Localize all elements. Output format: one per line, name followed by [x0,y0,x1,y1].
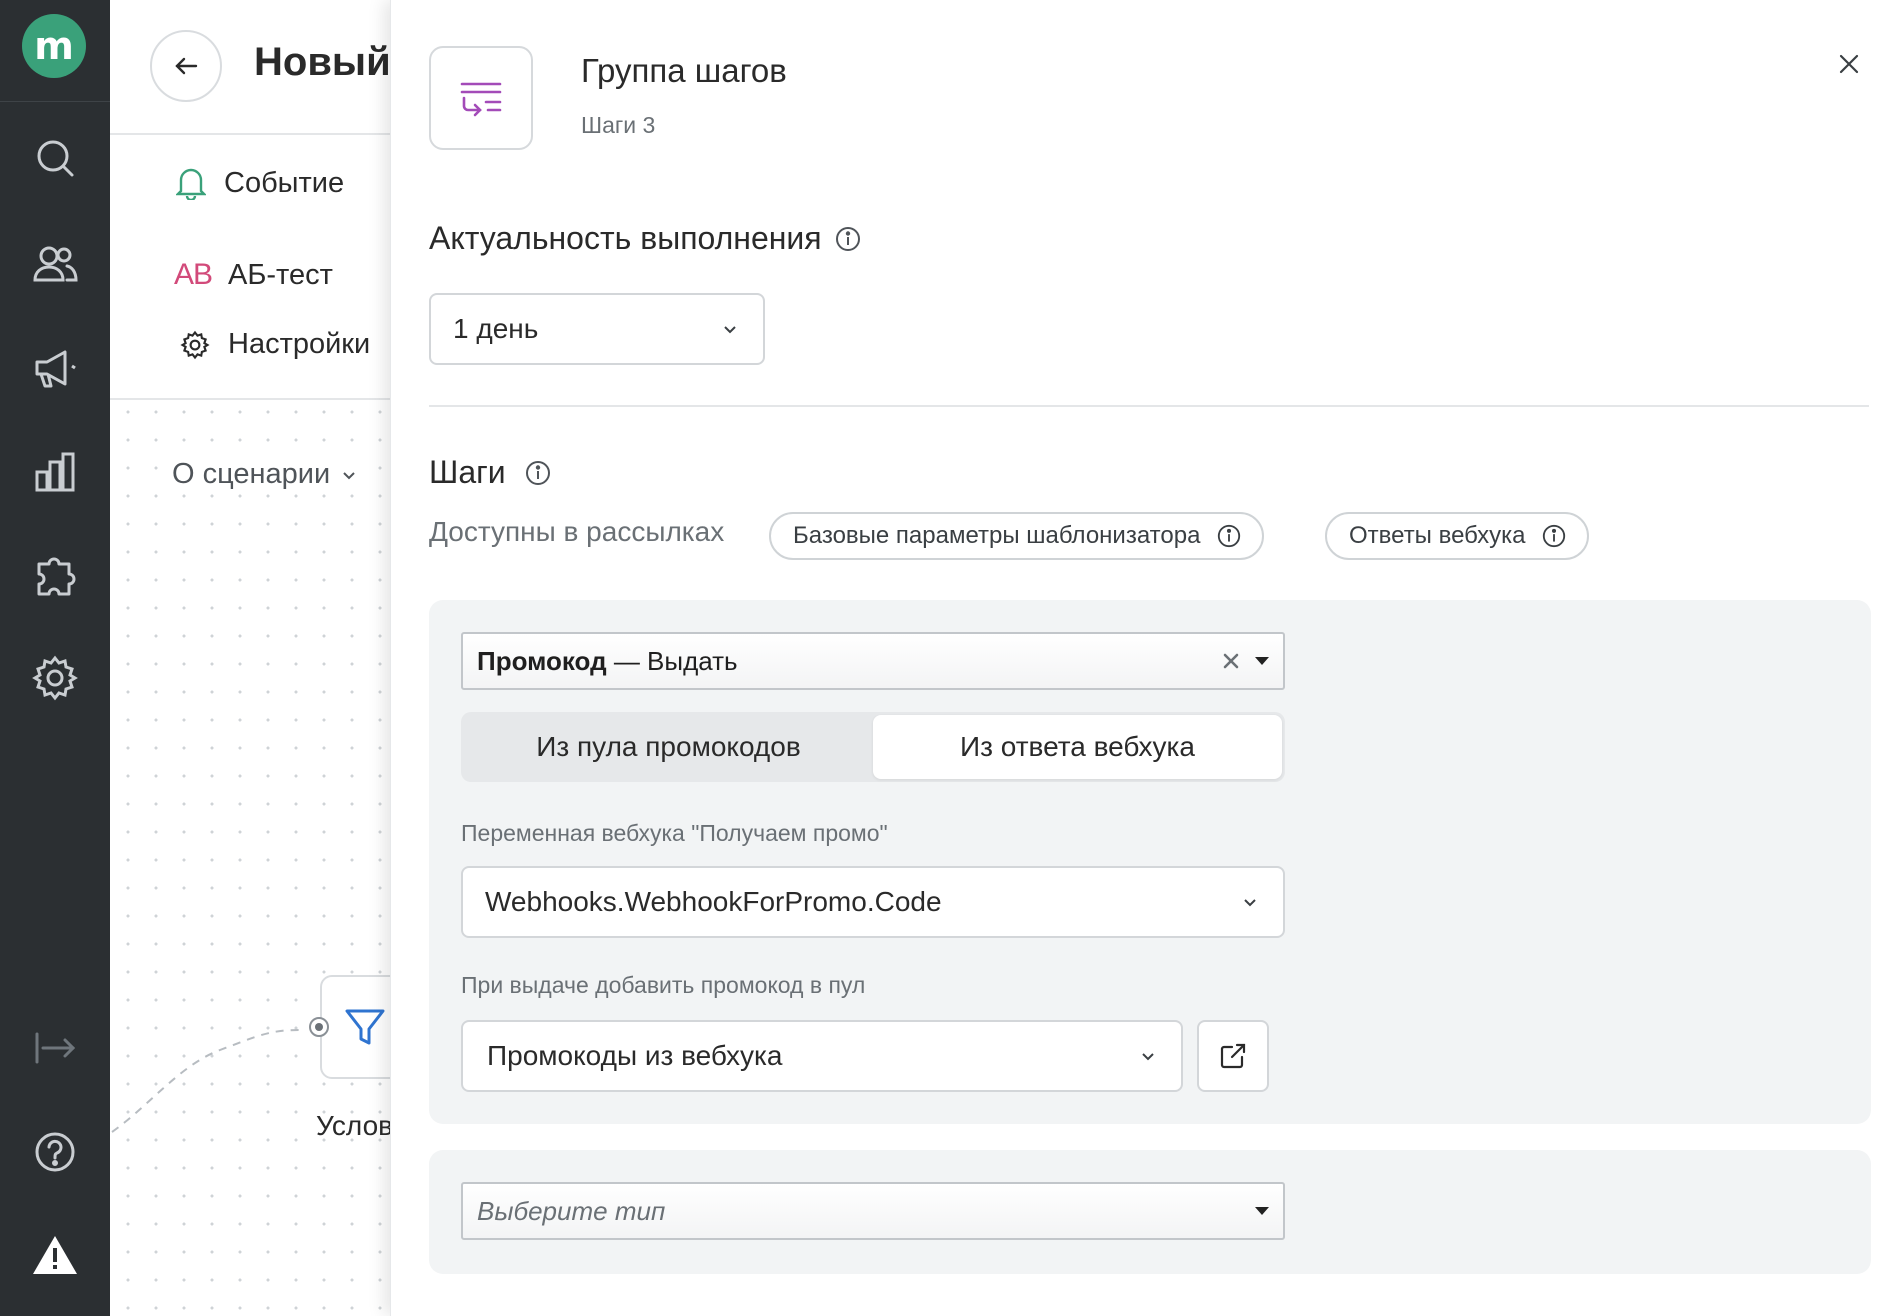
scenario-title: Новый [254,40,391,84]
caret-down-icon [1255,1207,1269,1215]
segment-from-pool[interactable]: Из пула промокодов [464,715,873,779]
drawer-subtitle: Шаги 3 [581,112,656,138]
info-icon [1218,524,1241,548]
chevron-down-icon [724,326,736,334]
clear-icon[interactable] [1221,651,1241,671]
pill-label: Базовые параметры шаблонизатора [793,522,1201,549]
bell-icon [176,168,206,200]
filter-icon [345,1009,385,1045]
step-group-icon [460,82,502,117]
section-divider [429,405,1869,407]
step-group-drawer: Группа шагов Шаги 3 Актуальность выполне… [390,0,1904,1316]
gear-icon[interactable] [27,650,83,706]
menu-item-label: АБ-тест [228,258,333,291]
chevron-down-icon [1142,1053,1154,1061]
editor-header: Новый Событие AB АБ-тест Настройки [110,0,391,400]
info-icon [1543,524,1566,548]
logo-letter: m [34,24,74,68]
chevron-down-icon [1244,899,1256,907]
relevance-heading: Актуальность выполнения [429,220,862,257]
node-port[interactable] [309,1017,329,1037]
step-card: Промокод — Выдать Из пула промокодов Из … [429,600,1871,1124]
chevron-down-icon [343,471,355,479]
about-scenario-dropdown[interactable]: О сценарии [172,458,359,491]
menu-item-label: Настройки [228,328,371,360]
steps-heading: Шаги [429,454,552,491]
nav-divider [0,101,110,102]
webhook-answers-pill[interactable]: Ответы вебхука [1325,512,1590,560]
logo[interactable]: m [22,14,86,78]
info-icon[interactable] [524,459,552,487]
menu-item-label: Событие [224,166,345,199]
relevance-select[interactable]: 1 день [429,293,765,365]
webhook-variable-value: Webhooks.WebhookForPromo.Code [485,886,942,917]
node-label: Услов [316,1110,394,1141]
webhook-variable-label: Переменная вебхука "Получаем промо" [461,820,888,846]
step-type-placeholder: Выберите тип [477,1195,666,1226]
available-in-mailings-label: Доступны в рассылках [429,516,725,547]
template-params-pill[interactable]: Базовые параметры шаблонизатора [769,512,1265,560]
header-divider [110,133,390,135]
about-label: О сценарии [172,458,331,490]
main-nav: m [0,0,110,1316]
relevance-heading-text: Актуальность выполнения [429,220,822,256]
drawer-title: Группа шагов [581,52,787,89]
open-pool-button[interactable] [1197,1020,1269,1092]
menu-item-settings[interactable]: Настройки [180,328,370,361]
users-icon[interactable] [27,236,83,292]
ab-icon: AB [174,258,213,291]
close-button[interactable] [1829,44,1869,84]
arrow-left-icon [175,57,198,75]
step-action-select[interactable]: Промокод — Выдать [461,632,1285,690]
menu-item-ab-test[interactable]: AB АБ-тест [174,258,333,292]
back-button[interactable] [150,30,222,102]
info-icon[interactable] [834,225,862,253]
step-card: Выберите тип [429,1150,1871,1274]
promo-pool-value: Промокоды из вебхука [487,1040,783,1071]
steps-heading-text: Шаги [429,454,506,490]
promo-source-toggle: Из пула промокодов Из ответа вебхука [461,712,1285,782]
menu-item-event[interactable]: Событие [176,166,344,200]
puzzle-icon[interactable] [27,546,83,602]
help-icon[interactable] [27,1124,83,1180]
webhook-variable-select[interactable]: Webhooks.WebhookForPromo.Code [461,866,1285,938]
expand-icon[interactable] [27,1020,83,1076]
search-icon[interactable] [27,130,83,186]
step-group-icon-box [429,46,533,150]
megaphone-icon[interactable] [27,340,83,396]
relevance-value: 1 день [453,313,539,344]
action-name: Промокод [477,645,607,676]
pill-label: Ответы вебхука [1349,522,1526,549]
connector-line [111,1029,301,1133]
warning-icon[interactable] [27,1228,83,1284]
promo-pool-select[interactable]: Промокоды из вебхука [461,1020,1183,1092]
gear-icon [180,330,210,359]
chart-icon[interactable] [27,444,83,500]
close-icon [1839,54,1859,74]
segment-from-webhook[interactable]: Из ответа вебхука [873,715,1282,779]
scenario-editor: Новый Событие AB АБ-тест Настройки О сце… [110,0,410,1316]
add-to-pool-label: При выдаче добавить промокод в пул [461,972,866,998]
step-type-select[interactable]: Выберите тип [461,1182,1285,1240]
caret-down-icon [1255,657,1269,665]
action-operation: — Выдать [606,645,738,676]
external-link-icon [1220,1043,1246,1069]
